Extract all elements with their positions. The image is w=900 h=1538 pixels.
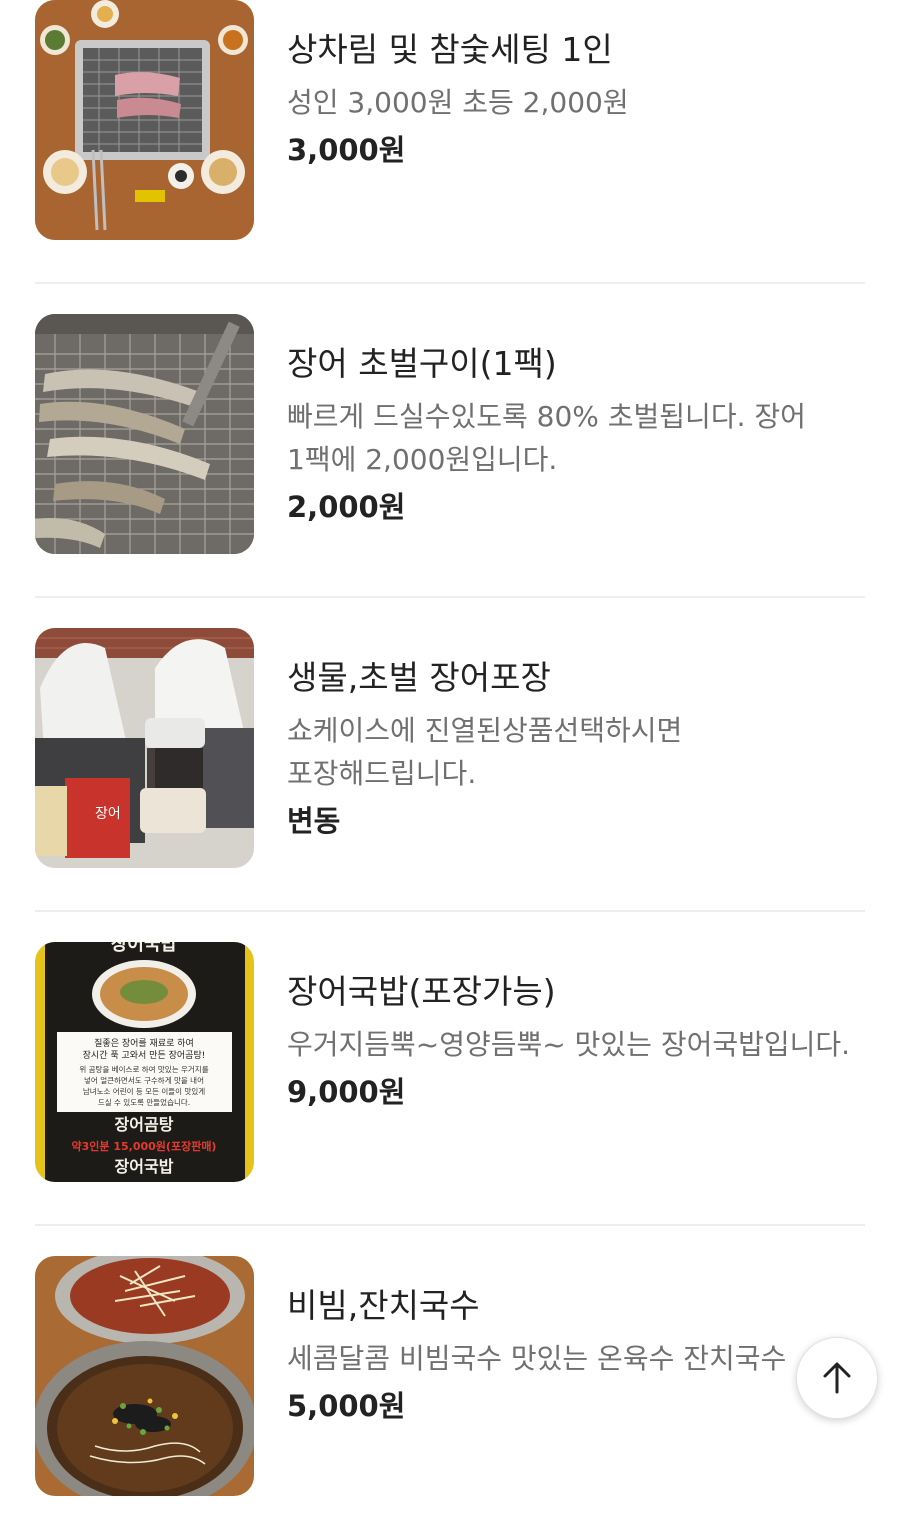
menu-item[interactable]: 상차림 및 참숯세팅 1인 성인 3,000원 초등 2,000원 3,000원 [35, 0, 865, 284]
menu-item-info: 장어 초벌구이(1팩) 빠르게 드실수있도록 80% 초벌됩니다. 장어 1팩에… [287, 342, 867, 529]
eel-soup-poster-photo: 장어국밥 질좋은 장어를 재료로 하여 장시간 푹 고와서 만든 장어곰탕! 위… [35, 942, 254, 1182]
scroll-to-top-button[interactable] [796, 1337, 878, 1419]
menu-item-description: 성인 3,000원 초등 2,000원 [287, 86, 629, 119]
svg-text:장시간 푹 고와서 만든 장어곰탕!: 장시간 푹 고와서 만든 장어곰탕! [83, 1049, 206, 1061]
menu-item-price: 2,000원 [287, 490, 406, 524]
svg-text:약3인분 15,000원(포장판매): 약3인분 15,000원(포장판매) [72, 1139, 217, 1153]
menu-item-price: 9,000원 [287, 1075, 406, 1109]
menu-item-info: 상차림 및 참숯세팅 1인 성인 3,000원 초등 2,000원 3,000원 [287, 28, 867, 172]
menu-item[interactable]: 장어국밥 질좋은 장어를 재료로 하여 장시간 푹 고와서 만든 장어곰탕! 위… [35, 912, 865, 1226]
svg-text:남녀노소 어린이 등 모든 이들이 맛있게: 남녀노소 어린이 등 모든 이들이 맛있게 [83, 1086, 205, 1096]
svg-text:질좋은 장어를 재료로 하여: 질좋은 장어를 재료로 하여 [94, 1037, 194, 1049]
menu-item-price: 5,000원 [287, 1389, 406, 1423]
table-grill-setting-photo [35, 0, 254, 240]
menu-item-description: 쇼케이스에 진열된상품선택하시면 포장해드립니다. [287, 714, 683, 790]
svg-text:장어국밥: 장어국밥 [111, 942, 178, 955]
menu-item[interactable]: 장어 생물,초벌 장어포장 쇼케이스에 진열된상품선택하시면 포장해드립니다. … [35, 598, 865, 912]
menu-item-price: 3,000원 [287, 133, 406, 167]
menu-item-name: 장어 초벌구이(1팩) [287, 344, 557, 383]
takeout-bags-photo: 장어 [35, 628, 254, 868]
menu-item-image[interactable]: 장어국밥 질좋은 장어를 재료로 하여 장시간 푹 고와서 만든 장어곰탕! 위… [35, 942, 254, 1182]
menu-item-price: 변동 [287, 804, 341, 838]
menu-item-image[interactable]: 장어 [35, 628, 254, 868]
menu-item-image[interactable] [35, 314, 254, 554]
svg-text:위 곰탕을 베이스로 하여 맛있는 우거지를: 위 곰탕을 베이스로 하여 맛있는 우거지를 [79, 1064, 208, 1074]
menu-item-name: 생물,초벌 장어포장 [287, 658, 551, 697]
menu-item-info: 비빔,잔치국수 세콤달콤 비빔국수 맛있는 온육수 잔치국수 5,000원 [287, 1284, 867, 1428]
svg-text:장어곰탕: 장어곰탕 [115, 1115, 174, 1134]
menu-item-description: 우거지듬뿍~영양듬뿍~ 맛있는 장어국밥입니다. [287, 1028, 851, 1061]
menu-item[interactable]: 장어 초벌구이(1팩) 빠르게 드실수있도록 80% 초벌됩니다. 장어 1팩에… [35, 284, 865, 598]
svg-text:장어: 장어 [95, 806, 121, 822]
menu-item-image[interactable] [35, 0, 254, 240]
menu-item-name: 장어국밥(포장가능) [287, 972, 556, 1011]
menu-item-description: 빠르게 드실수있도록 80% 초벌됩니다. 장어 1팩에 2,000원입니다. [287, 400, 806, 476]
svg-text:넣어 얼큰하면서도 구수하게 맛을 내어: 넣어 얼큰하면서도 구수하게 맛을 내어 [84, 1075, 204, 1085]
menu-item-info: 장어국밥(포장가능) 우거지듬뿍~영양듬뿍~ 맛있는 장어국밥입니다. 9,00… [287, 970, 867, 1114]
grilled-eel-photo [35, 314, 254, 554]
menu-item[interactable]: 비빔,잔치국수 세콤달콤 비빔국수 맛있는 온육수 잔치국수 5,000원 [35, 1226, 865, 1538]
noodles-photo [35, 1256, 254, 1496]
menu-item-image[interactable] [35, 1256, 254, 1496]
svg-text:드실 수 있도록 만들었습니다.: 드실 수 있도록 만들었습니다. [98, 1097, 190, 1107]
menu-item-description: 세콤달콤 비빔국수 맛있는 온육수 잔치국수 [287, 1342, 787, 1375]
menu-item-info: 생물,초벌 장어포장 쇼케이스에 진열된상품선택하시면 포장해드립니다. 변동 [287, 656, 867, 843]
arrow-up-icon [823, 1362, 851, 1394]
menu-item-name: 비빔,잔치국수 [287, 1286, 480, 1325]
svg-text:장어국밥: 장어국밥 [115, 1157, 174, 1176]
menu-list: 상차림 및 참숯세팅 1인 성인 3,000원 초등 2,000원 3,000원 [0, 0, 900, 1538]
menu-item-name: 상차림 및 참숯세팅 1인 [287, 30, 613, 69]
